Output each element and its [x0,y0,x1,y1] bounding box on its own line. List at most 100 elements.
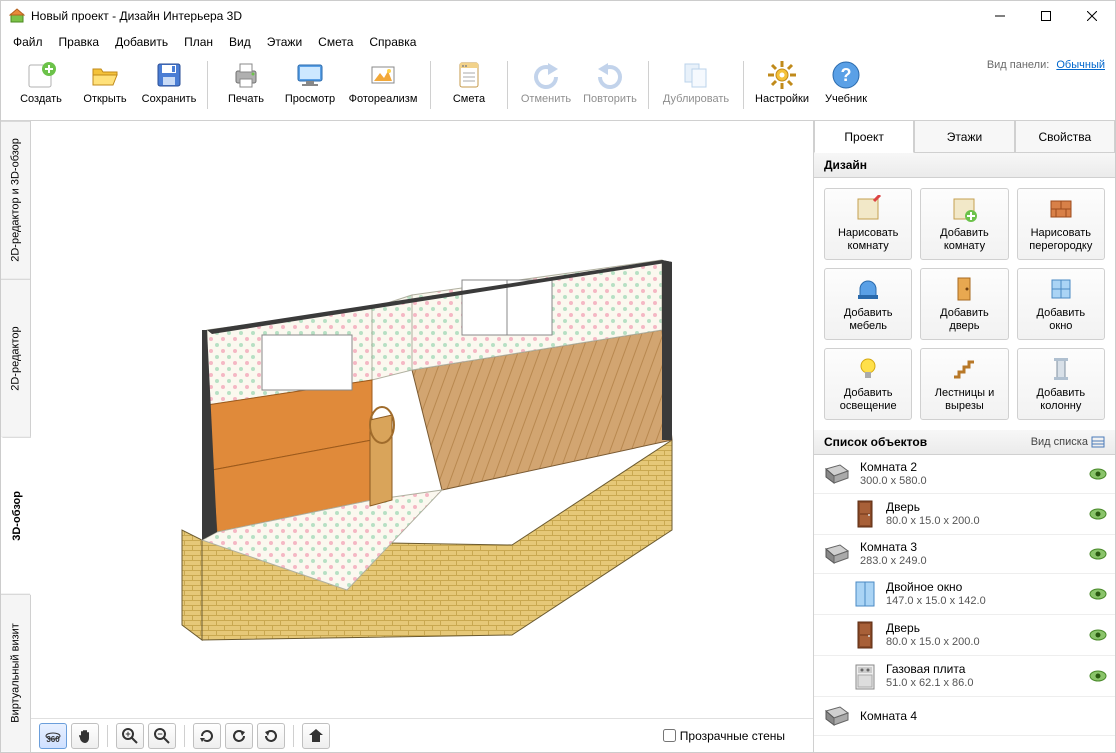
draw-wall-icon [1047,195,1075,223]
minimize-button[interactable] [977,1,1023,31]
visibility-toggle[interactable] [1089,508,1107,520]
view-home-button[interactable] [302,723,330,749]
photoreal-icon [367,59,399,91]
objects-list: Комната 2300.0 x 580.0Дверь80.0 x 15.0 x… [814,455,1115,752]
toolbar-estimate-button[interactable]: Смета [439,57,499,115]
object-item-stove[interactable]: Газовая плита51.0 x 62.1 x 86.0 [814,656,1115,697]
design-draw-wall-button[interactable]: Нарисовать перегородку [1017,188,1105,260]
svg-text:−: − [157,729,162,739]
design-add-furniture-button[interactable]: Добавить мебель [824,268,912,340]
object-item-room[interactable]: Комната 4 [814,697,1115,736]
design-add-room-button[interactable]: Добавить комнату [920,188,1008,260]
window-title: Новый проект - Дизайн Интерьера 3D [31,9,977,23]
view-reset-button[interactable] [193,723,221,749]
menu-edit[interactable]: Правка [51,33,108,51]
vtab-3d[interactable]: 3D-обзор [1,437,31,595]
visibility-toggle[interactable] [1089,548,1107,560]
maximize-button[interactable] [1023,1,1069,31]
toolbar-redo-label: Повторить [583,93,637,105]
design-add-column-button[interactable]: Добавить колонну [1017,348,1105,420]
toolbar-print-button[interactable]: Печать [216,57,276,115]
panel-mode-label: Вид панели: [987,59,1049,71]
toolbar-settings-button[interactable]: Настройки [752,57,812,115]
toolbar-open-button[interactable]: Открыть [75,57,135,115]
toolbar-duplicate-label: Дублировать [663,93,729,105]
rtab-project[interactable]: Проект [814,121,914,153]
visibility-toggle[interactable] [1089,629,1107,641]
add-room-icon [950,195,978,223]
stairs-icon [950,355,978,383]
viewport-3d[interactable]: 360 + − Прозрачные стены [31,121,813,752]
menu-help[interactable]: Справка [361,33,424,51]
view-3d-canvas[interactable] [31,121,813,718]
toolbar-redo-button: Повторить [580,57,640,115]
svg-text:?: ? [841,65,852,85]
view-rot-right-button[interactable] [257,723,285,749]
menu-add[interactable]: Добавить [107,33,176,51]
view-pan-button[interactable] [71,723,99,749]
view-orbit-button[interactable]: 360 [39,723,67,749]
toolbar-create-label: Создать [20,93,62,105]
undo-icon [530,59,562,91]
visibility-toggle[interactable] [1089,588,1107,600]
toolbar-preview-button[interactable]: Просмотр [280,57,340,115]
vtab-virtual[interactable]: Виртуальный визит [1,594,30,752]
vtab-2d[interactable]: 2D-редактор [1,279,30,437]
door-icon [854,498,876,530]
door-icon [854,619,876,651]
design-add-window-button[interactable]: Добавить окно [1017,268,1105,340]
toolbar-help-label: Учебник [825,93,867,105]
rtab-props[interactable]: Свойства [1015,121,1115,153]
print-icon [230,59,262,91]
titlebar: Новый проект - Дизайн Интерьера 3D [1,1,1115,31]
save-icon [153,59,185,91]
stove-icon [854,660,876,692]
vtab-2d3d[interactable]: 2D-редактор и 3D-обзор [1,121,30,279]
list-view-icon[interactable] [1091,436,1105,448]
design-grid: Нарисовать комнатуДобавить комнатуНарисо… [814,178,1115,430]
toolbar-estimate-label: Смета [453,93,485,105]
view-controls: 360 + − Прозрачные стены [31,718,813,752]
panel-mode-link[interactable]: Обычный [1056,59,1105,71]
view-zoom-out-button[interactable]: − [148,723,176,749]
object-item-room[interactable]: Комната 2300.0 x 580.0 [814,455,1115,494]
create-icon [25,59,57,91]
toolbar-settings-label: Настройки [755,93,809,105]
toolbar-save-button[interactable]: Сохранить [139,57,199,115]
menu-floors[interactable]: Этажи [259,33,310,51]
visibility-toggle[interactable] [1089,468,1107,480]
design-stairs-button[interactable]: Лестницы и вырезы [920,348,1008,420]
duplicate-icon [680,59,712,91]
design-add-door-button[interactable]: Добавить дверь [920,268,1008,340]
room-icon [822,459,850,489]
view-rot-left-button[interactable] [225,723,253,749]
visibility-toggle[interactable] [1089,670,1107,682]
view-zoom-in-button[interactable]: + [116,723,144,749]
menu-view[interactable]: Вид [221,33,259,51]
close-button[interactable] [1069,1,1115,31]
estimate-icon [453,59,485,91]
toolbar-help-button[interactable]: ? Учебник [816,57,876,115]
list-view-mode[interactable]: Вид списка [1031,436,1088,448]
menu-file[interactable]: Файл [5,33,51,51]
transparent-walls-checkbox[interactable]: Прозрачные стены [663,729,785,743]
toolbar-undo-label: Отменить [521,93,571,105]
object-item-room[interactable]: Комната 3283.0 x 249.0 [814,535,1115,574]
object-item-door[interactable]: Дверь80.0 x 15.0 x 200.0 [814,615,1115,656]
toolbar-create-button[interactable]: Создать [11,57,71,115]
object-item-window[interactable]: Двойное окно147.0 x 15.0 x 142.0 [814,574,1115,615]
rtab-floors[interactable]: Этажи [914,121,1014,153]
toolbar-preview-label: Просмотр [285,93,335,105]
object-item-door[interactable]: Дверь80.0 x 15.0 x 200.0 [814,494,1115,535]
svg-text:+: + [125,729,130,739]
transparent-walls-input[interactable] [663,729,676,742]
design-draw-room-button[interactable]: Нарисовать комнату [824,188,912,260]
viewport-tabs: 2D-редактор и 3D-обзор2D-редактор3D-обзо… [1,121,31,752]
menu-estimate[interactable]: Смета [310,33,361,51]
toolbar-open-label: Открыть [83,93,126,105]
design-add-light-button[interactable]: Добавить освещение [824,348,912,420]
toolbar-photoreal-button[interactable]: Фотореализм [344,57,422,115]
add-door-icon [950,275,978,303]
open-icon [89,59,121,91]
menu-plan[interactable]: План [176,33,221,51]
